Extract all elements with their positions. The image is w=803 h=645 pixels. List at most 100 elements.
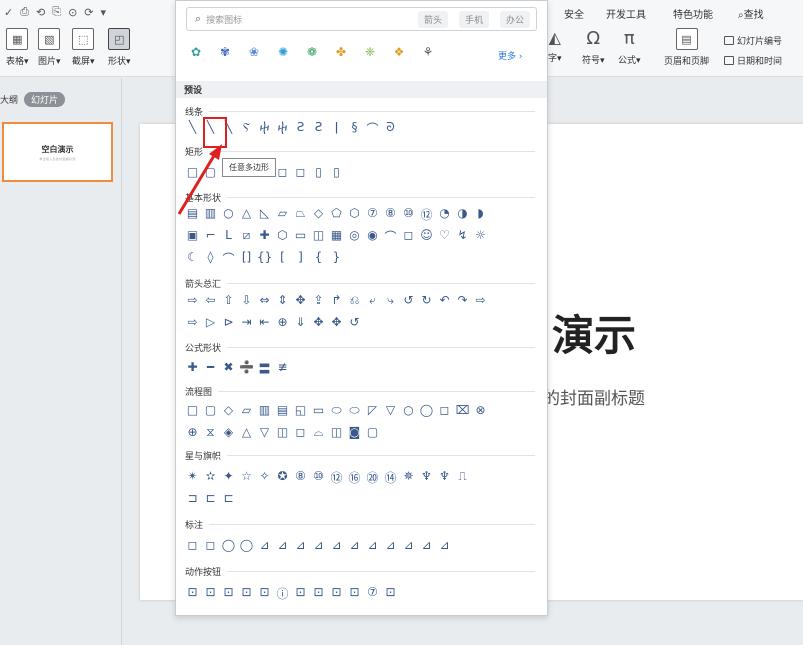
shape-option[interactable]: ⊡ <box>239 585 254 602</box>
shape-option[interactable]: ⊡ <box>293 585 308 602</box>
shape-option[interactable]: ⇨ <box>473 293 488 308</box>
shape-option[interactable]: ⊿ <box>419 538 434 552</box>
shape-option[interactable]: ⊿ <box>275 538 290 552</box>
shape-option[interactable]: ⑦ <box>365 206 380 223</box>
shape-option[interactable]: ⊿ <box>383 538 398 552</box>
shape-option[interactable]: ▥ <box>257 403 272 418</box>
shape-option[interactable]: ↱ <box>329 293 344 308</box>
shape-option[interactable]: ◯ <box>239 538 254 552</box>
shape-option[interactable]: ⊕ <box>185 425 200 440</box>
shape-option[interactable]: ǀ <box>329 120 344 137</box>
shape-option[interactable]: ◫ <box>275 425 290 440</box>
shape-option[interactable]: ⌓ <box>311 425 326 440</box>
shape-option[interactable]: △ <box>239 425 254 440</box>
shape-option[interactable]: ⇨ <box>185 315 200 329</box>
shape-option[interactable]: ✧ <box>257 469 272 486</box>
shape-option[interactable]: ◻ <box>203 538 218 552</box>
shape-option[interactable]: ⊡ <box>311 585 326 602</box>
shape-option[interactable]: ◻ <box>293 165 308 179</box>
ribbon-group-formula[interactable]: π 公式▾ <box>618 28 641 66</box>
slide-subtitle[interactable]: 的封面副标题 <box>543 384 645 409</box>
shape-option[interactable]: ↷ <box>455 293 470 308</box>
qat-icon[interactable]: ⟳ <box>84 6 93 19</box>
shape-option[interactable]: ○ <box>401 403 416 418</box>
shape-option[interactable]: ↺ <box>347 315 362 329</box>
shape-option[interactable]: ↶ <box>437 293 452 308</box>
shape-option[interactable]: ⴕ <box>257 120 272 137</box>
shape-option[interactable]: ✚ <box>185 360 200 377</box>
shape-option[interactable]: ◑ <box>455 206 470 223</box>
shape-option[interactable]: ✥ <box>293 293 308 308</box>
shape-option[interactable]: ▢ <box>203 403 218 418</box>
shape-option[interactable]: ᘐ <box>383 120 398 137</box>
shape-option[interactable]: ◱ <box>293 403 308 418</box>
shape-option[interactable]: ⊕ <box>275 315 290 329</box>
tab-find[interactable]: ⌕查找 <box>738 6 764 21</box>
shape-option[interactable]: ▯ <box>329 165 344 179</box>
shape-option[interactable]: ⇔ <box>257 293 272 308</box>
suggested-icon[interactable]: ✾ <box>217 45 233 59</box>
shape-option[interactable]: ◇ <box>311 206 326 223</box>
shape-option[interactable]: ⊿ <box>311 538 326 552</box>
shape-option[interactable]: ⤷ <box>383 293 398 308</box>
ribbon-group-screenshot[interactable]: ⬚ 截屏▾ <box>72 28 95 67</box>
suggested-icon[interactable]: ✿ <box>188 45 204 59</box>
shape-option[interactable]: ⑫ <box>329 469 344 486</box>
shape-option[interactable]: ⑦ <box>365 585 380 602</box>
shape-option[interactable]: ⑯ <box>347 469 362 486</box>
shape-option[interactable]: ⊿ <box>401 538 416 552</box>
shape-option[interactable]: ⊡ <box>185 585 200 602</box>
shape-option[interactable]: ◻ <box>275 165 290 179</box>
tab-developer[interactable]: 开发工具 <box>606 6 646 21</box>
shape-option[interactable]: ⊡ <box>347 585 362 602</box>
shape-option[interactable]: {} <box>257 250 272 267</box>
qat-icon[interactable]: ▾ <box>101 6 107 19</box>
shape-option[interactable]: ⊡ <box>221 585 236 602</box>
shape-option[interactable]: ⬭ <box>329 403 344 418</box>
qat-icon[interactable]: ⊙ <box>68 6 77 19</box>
shape-option[interactable]: ▣ <box>185 228 200 245</box>
qat-icon[interactable]: ⎘ <box>52 5 61 19</box>
shape-option[interactable]: ▭ <box>311 403 326 418</box>
shape-option[interactable]: ☆ <box>239 469 254 486</box>
shape-option[interactable]: ▽ <box>383 403 398 418</box>
shape-option[interactable]: ◫ <box>329 425 344 440</box>
shape-option[interactable]: ◈ <box>221 425 236 440</box>
shape-option[interactable]: ⑫ <box>419 206 434 223</box>
shape-option[interactable]: ⏢ <box>293 206 308 223</box>
shape-option[interactable]: ◸ <box>365 403 380 418</box>
shape-option[interactable]: ⊡ <box>383 585 398 602</box>
shape-option[interactable]: ↺ <box>401 293 416 308</box>
shape-option[interactable]: ⎍ <box>455 469 470 486</box>
shape-option[interactable]: ↻ <box>419 293 434 308</box>
shape-option[interactable]: ⌒ <box>383 228 398 245</box>
shape-option[interactable]: ⎌ <box>347 293 362 308</box>
shape-option[interactable]: ⬡ <box>347 206 362 223</box>
shape-option[interactable]: ⊏ <box>221 491 236 505</box>
shape-option[interactable]: ⑩ <box>401 206 416 223</box>
shape-option[interactable]: ▦ <box>329 228 344 245</box>
shape-option[interactable]: ⊿ <box>437 538 452 552</box>
shape-option[interactable]: ◙ <box>347 425 362 440</box>
suggested-icon[interactable]: ⚘ <box>420 45 436 59</box>
shape-option[interactable]: ▤ <box>275 403 290 418</box>
shape-option[interactable]: L <box>221 228 236 245</box>
shape-option[interactable]: ⊳ <box>221 315 236 329</box>
ribbon-group-shapes[interactable]: ◰ 形状▾ <box>108 28 131 67</box>
shape-option[interactable]: ▱ <box>275 206 290 223</box>
chip-phone[interactable]: 手机 <box>458 10 489 28</box>
shape-option[interactable]: ▭ <box>293 228 308 245</box>
shape-option[interactable]: ◫ <box>311 228 326 245</box>
shape-option[interactable]: ━ <box>203 360 218 377</box>
shape-option[interactable]: ↯ <box>455 228 470 245</box>
shape-option[interactable]: ▽ <box>257 425 272 440</box>
suggested-icon[interactable]: ✺ <box>275 45 291 59</box>
shape-option[interactable]: ⊿ <box>329 538 344 552</box>
shape-option[interactable]: ♡ <box>437 228 452 245</box>
shape-option[interactable]: ◔ <box>437 206 452 223</box>
icon-search-box[interactable]: ⌕ 搜索图标 箭头 手机 办公 <box>186 7 537 31</box>
shape-option[interactable]: ☺ <box>419 228 434 245</box>
shape-option[interactable]: ◇ <box>221 403 236 418</box>
shape-option[interactable]: ➗ <box>239 360 254 377</box>
suggested-icon[interactable]: ✤ <box>333 45 349 59</box>
